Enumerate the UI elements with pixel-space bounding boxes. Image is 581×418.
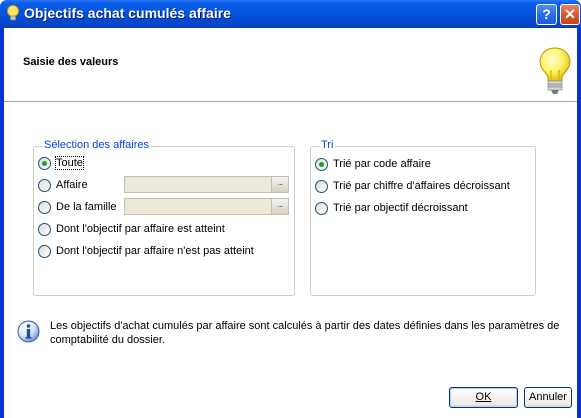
- radio-famille[interactable]: De la famille: [38, 199, 117, 215]
- radio-label: Dont l'objectif par affaire n'est pas at…: [56, 245, 254, 257]
- dialog-client-area: Saisie des valeurs Sélection des affaire…: [4, 28, 577, 418]
- dialog-header: Saisie des valeurs: [4, 28, 577, 102]
- radio-objectif-atteint[interactable]: Dont l'objectif par affaire est atteint: [38, 221, 225, 237]
- radio-tri-chiffre[interactable]: Trié par chiffre d'affaires décroissant: [315, 178, 510, 194]
- radio-button[interactable]: [38, 244, 51, 258]
- tri-groupbox: Tri Trié par code affaire Trié par chiff…: [310, 139, 536, 296]
- affaire-field[interactable]: ...: [124, 176, 289, 193]
- selection-legend: Sélection des affaires: [42, 139, 151, 151]
- help-button[interactable]: ?: [536, 4, 557, 25]
- radio-button[interactable]: [315, 157, 328, 171]
- tri-legend: Tri: [319, 139, 336, 151]
- cancel-button[interactable]: Annuler: [524, 387, 572, 408]
- famille-field[interactable]: ...: [124, 198, 289, 215]
- radio-button[interactable]: [315, 201, 328, 215]
- radio-label: Trié par code affaire: [333, 158, 431, 170]
- ok-button[interactable]: OK: [449, 387, 518, 408]
- selection-groupbox: Sélection des affaires Toute Affaire ...…: [33, 139, 295, 296]
- radio-affaire[interactable]: Affaire: [38, 177, 88, 193]
- radio-button[interactable]: [38, 200, 51, 214]
- radio-button[interactable]: [315, 179, 328, 193]
- ok-label: OK: [475, 391, 492, 403]
- radio-label: De la famille: [56, 201, 117, 213]
- title-bar[interactable]: Objectifs achat cumulés affaire ? ✕: [0, 0, 581, 28]
- radio-label: Dont l'objectif par affaire est atteint: [56, 223, 225, 235]
- radio-label: Trié par chiffre d'affaires décroissant: [333, 180, 510, 192]
- radio-tri-objectif[interactable]: Trié par objectif décroissant: [315, 200, 468, 216]
- browse-button[interactable]: ...: [271, 177, 288, 192]
- radio-button[interactable]: [38, 156, 51, 170]
- radio-label: Affaire: [56, 179, 88, 191]
- header-title: Saisie des valeurs: [23, 56, 119, 68]
- radio-label: Trié par objectif décroissant: [333, 202, 468, 214]
- lightbulb-icon: [7, 5, 19, 21]
- info-icon: [17, 320, 40, 343]
- browse-button[interactable]: ...: [271, 199, 288, 214]
- radio-toute[interactable]: Toute: [38, 155, 84, 171]
- close-button[interactable]: ✕: [560, 4, 580, 25]
- radio-button[interactable]: [38, 222, 51, 236]
- radio-tri-code[interactable]: Trié par code affaire: [315, 156, 431, 172]
- dialog-window: Objectifs achat cumulés affaire ? ✕ Sais…: [0, 0, 581, 418]
- radio-objectif-non-atteint[interactable]: Dont l'objectif par affaire n'est pas at…: [38, 243, 254, 259]
- window-title: Objectifs achat cumulés affaire: [24, 5, 231, 21]
- radio-label: Toute: [55, 156, 84, 170]
- radio-button[interactable]: [38, 178, 51, 192]
- info-message: Les objectifs d'achat cumulés par affair…: [50, 320, 560, 346]
- lightbulb-icon: [539, 47, 571, 94]
